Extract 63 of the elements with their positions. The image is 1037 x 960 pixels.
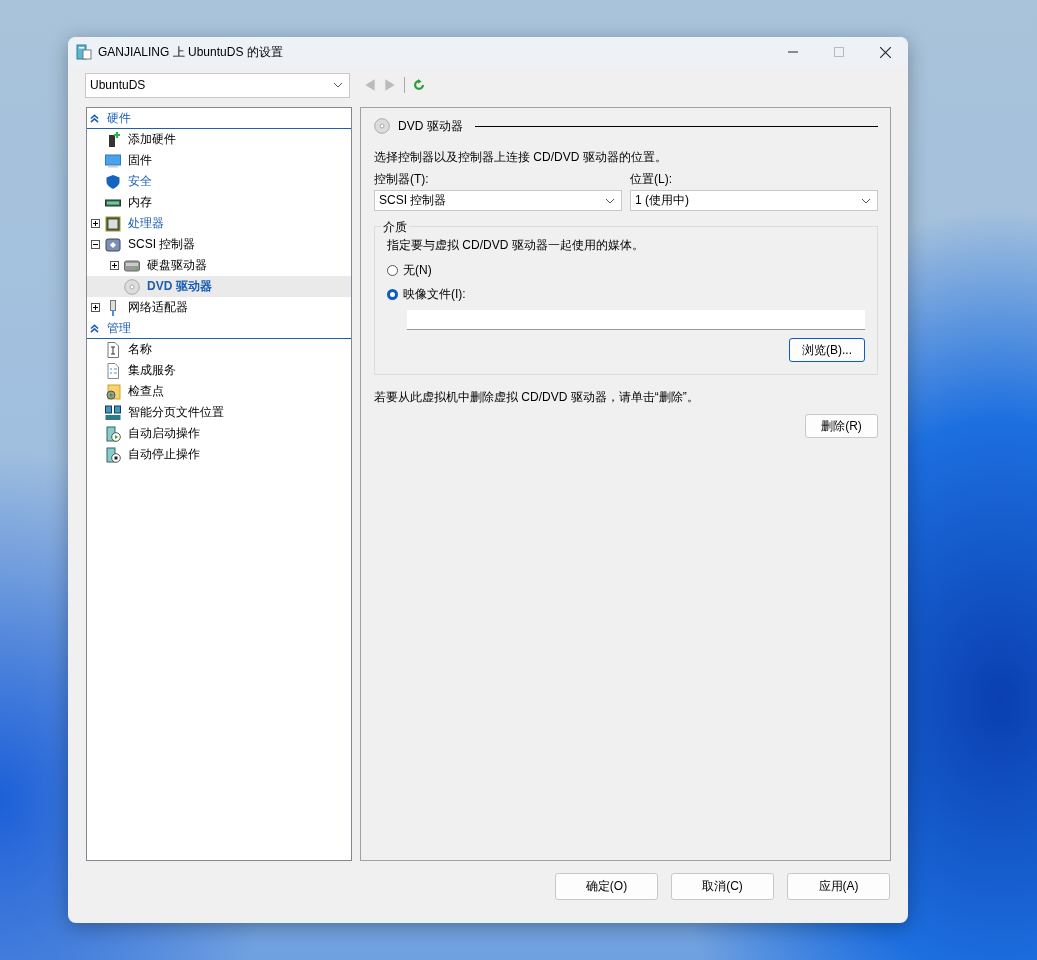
tree-item[interactable]: 添加硬件 — [87, 129, 351, 150]
tree-item[interactable]: 智能分页文件位置 — [87, 402, 351, 423]
window-title: GANJIALING 上 UbuntuDS 的设置 — [98, 43, 283, 61]
tree-item[interactable]: SCSI 控制器 — [87, 234, 351, 255]
settings-app-icon — [76, 44, 92, 60]
radio-option[interactable]: 映像文件(I): — [387, 286, 865, 302]
expander-icon[interactable] — [91, 303, 100, 312]
media-description: 指定要与虚拟 CD/DVD 驱动器一起使用的媒体。 — [387, 237, 645, 254]
image-path-field[interactable] — [407, 310, 865, 330]
remove-button[interactable]: 删除(R) — [805, 414, 878, 438]
folder-clock-icon — [105, 383, 121, 400]
tree-item[interactable]: 硬盘驱动器 — [87, 255, 351, 276]
paging-icon — [105, 404, 121, 421]
tree-item[interactable]: 检查点 — [87, 381, 351, 402]
monitor-icon — [105, 152, 121, 169]
browse-button[interactable]: 浏览(B)... — [789, 338, 865, 362]
close-icon — [879, 46, 891, 58]
radio-option[interactable]: 无(N) — [387, 262, 865, 278]
description-text: 选择控制器以及控制器上连接 CD/DVD 驱动器的位置。 — [374, 149, 668, 166]
dialog-button[interactable]: 取消(C) — [671, 873, 774, 900]
forward-arrow-icon[interactable] — [384, 78, 396, 92]
shield-icon — [105, 173, 121, 190]
refresh-icon[interactable] — [413, 78, 425, 92]
controller-icon — [105, 236, 121, 253]
field-label: 位置(L): — [630, 171, 673, 188]
location-select[interactable]: 1 (使用中) — [630, 190, 878, 211]
tree-item[interactable]: 内存 — [87, 192, 351, 213]
checklist-icon — [105, 362, 121, 379]
chevron-down-icon — [333, 82, 343, 88]
maximize-icon — [834, 47, 844, 57]
tree-item[interactable]: 网络适配器 — [87, 297, 351, 318]
remove-instruction: 若要从此虚拟机中删除虚拟 CD/DVD 驱动器，请单击“删除”。 — [374, 389, 700, 406]
section-header[interactable]: 管理 — [87, 318, 351, 339]
vm-select[interactable]: UbuntuDS — [85, 72, 350, 98]
field-label: 控制器(T): — [374, 171, 430, 188]
dialog-button[interactable]: 确定(O) — [555, 873, 658, 900]
back-arrow-icon[interactable] — [364, 78, 376, 92]
tree-item[interactable]: 名称 — [87, 339, 351, 360]
collapse-chevron-icon — [90, 323, 99, 333]
section-header[interactable]: 硬件 — [87, 108, 351, 129]
tree-item[interactable]: 自动启动操作 — [87, 423, 351, 444]
expander-icon[interactable] — [91, 240, 100, 249]
controller-select[interactable]: SCSI 控制器 — [374, 190, 622, 211]
document-icon — [105, 341, 121, 358]
tree-item[interactable]: 自动停止操作 — [87, 444, 351, 465]
tree-item[interactable]: 集成服务 — [87, 360, 351, 381]
disc-icon — [374, 118, 390, 134]
tree-item[interactable]: 固件 — [87, 150, 351, 171]
tree-item[interactable]: DVD 驱动器 — [87, 276, 351, 297]
expander-icon[interactable] — [110, 261, 119, 270]
expander-icon[interactable] — [91, 219, 100, 228]
collapse-chevron-icon — [90, 113, 99, 123]
chevron-down-icon — [861, 197, 871, 204]
group-label: 介质 — [381, 219, 409, 236]
processor-icon — [105, 215, 121, 232]
chevron-down-icon — [605, 197, 615, 204]
server-play-icon — [105, 425, 121, 442]
panel-title: DVD 驱动器 — [398, 117, 463, 135]
dialog-button[interactable]: 应用(A) — [787, 873, 890, 900]
tree-item[interactable]: 安全 — [87, 171, 351, 192]
server-stop-icon — [105, 446, 121, 463]
tree-item[interactable]: 处理器 — [87, 213, 351, 234]
disc-icon — [124, 278, 140, 295]
